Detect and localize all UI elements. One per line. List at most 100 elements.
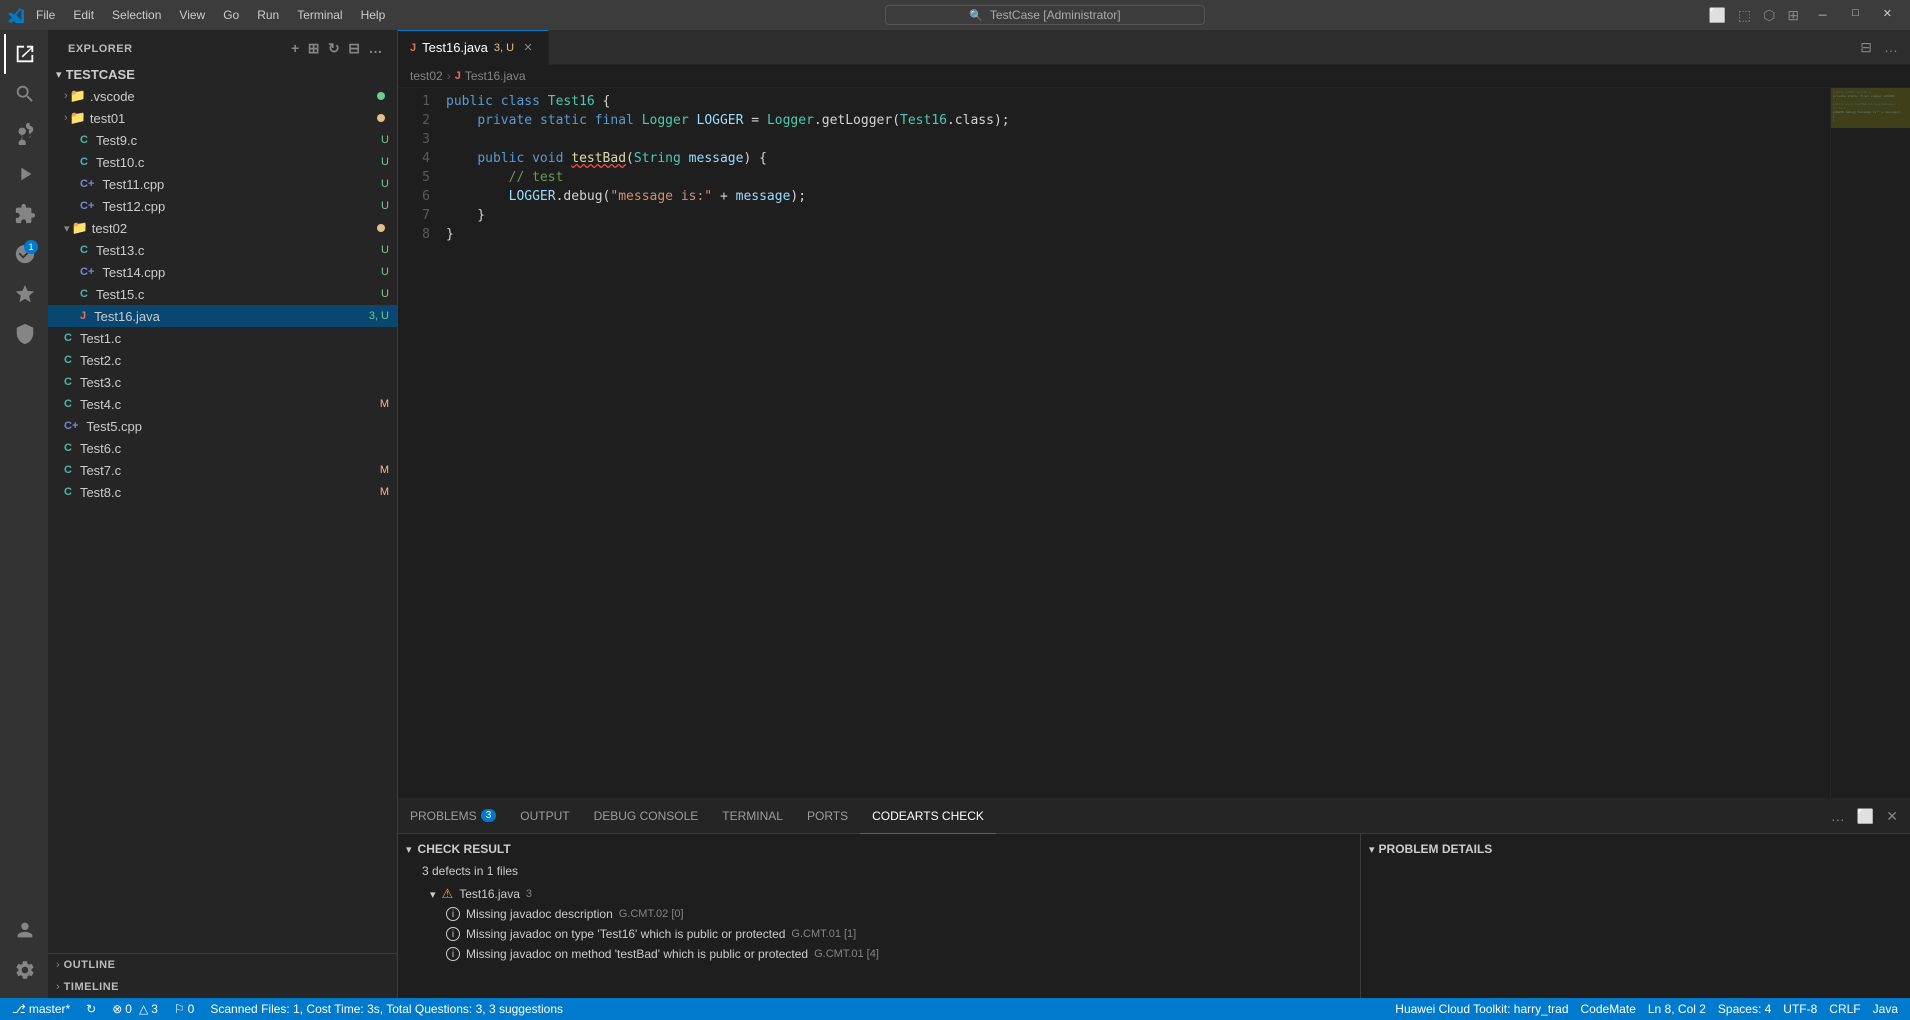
source-control-activity-icon[interactable] (4, 114, 44, 154)
code-area: 1 2 3 4 5 6 7 8 public class Test16 { pr… (398, 88, 1910, 798)
maximize-button[interactable]: □ (1842, 3, 1869, 28)
check-result-header[interactable]: ▾ CHECK RESULT (398, 838, 1360, 860)
toolkit-status[interactable]: Huawei Cloud Toolkit: harry_trad (1391, 998, 1572, 1020)
test16java-item[interactable]: J Test16.java 3, U (48, 305, 397, 327)
line-numbers: 1 2 3 4 5 6 7 8 (398, 88, 438, 798)
encoding-status[interactable]: UTF-8 (1779, 998, 1821, 1020)
test13c-item[interactable]: C Test13.c U (48, 239, 397, 261)
ai-activity-icon[interactable] (4, 274, 44, 314)
settings-activity-icon[interactable] (4, 950, 44, 990)
test01-folder-item[interactable]: › 📁 test01 (48, 107, 397, 129)
root-folder-item[interactable]: ▾ TESTCASE (48, 63, 397, 85)
menu-file[interactable]: File (28, 6, 63, 24)
menu-selection[interactable]: Selection (104, 6, 169, 24)
window-controls: ⬜ ⬚ ⬡ ⊞ － □ ✕ (1704, 3, 1902, 28)
test15c-item[interactable]: C Test15.c U (48, 283, 397, 305)
sync-status[interactable]: ↻ (82, 998, 100, 1020)
branch-status[interactable]: ⎇ master* (8, 998, 74, 1020)
code-line-1: public class Test16 { (446, 92, 1830, 111)
language-status[interactable]: Java (1869, 998, 1902, 1020)
code-content[interactable]: public class Test16 { private static fin… (438, 88, 1830, 798)
info-status[interactable]: ⚐ 0 (170, 998, 198, 1020)
vscode-folder-item[interactable]: › 📁 .vscode (48, 85, 397, 107)
layout-icon-4[interactable]: ⊞ (1783, 3, 1803, 28)
file-defects-item[interactable]: ▾ ⚠ Test16.java 3 (398, 882, 1360, 904)
new-file-button[interactable]: + (289, 38, 302, 59)
test3c-item[interactable]: C Test3.c (48, 371, 397, 393)
split-editor-button[interactable]: ⊟ (1856, 35, 1876, 60)
eol-status[interactable]: CRLF (1825, 998, 1864, 1020)
test1c-item[interactable]: C Test1.c (48, 327, 397, 349)
menu-edit[interactable]: Edit (65, 6, 102, 24)
outline-section[interactable]: › OUTLINE (48, 954, 397, 976)
command-search[interactable]: 🔍 TestCase [Administrator] (885, 5, 1205, 25)
test16java-tab[interactable]: J Test16.java 3, U ✕ (398, 30, 549, 65)
position-status[interactable]: Ln 8, Col 2 (1644, 998, 1710, 1020)
search-activity-icon[interactable] (4, 74, 44, 114)
explorer-activity-icon[interactable] (4, 34, 44, 74)
menu-view[interactable]: View (171, 6, 213, 24)
debug-console-tab[interactable]: DEBUG CONSOLE (582, 799, 711, 834)
test02-folder-item[interactable]: ▾ 📁 test02 (48, 217, 397, 239)
refresh-button[interactable]: ↻ (326, 38, 342, 59)
extensions-activity-icon[interactable] (4, 194, 44, 234)
test12cpp-item[interactable]: C+ Test12.cpp U (48, 195, 397, 217)
close-button[interactable]: ✕ (1873, 3, 1902, 28)
tab-file-icon: J (410, 42, 416, 54)
menu-go[interactable]: Go (215, 6, 247, 24)
test13c-label: Test13.c (96, 243, 381, 258)
test5cpp-item[interactable]: C+ Test5.cpp (48, 415, 397, 437)
run-debug-activity-icon[interactable] (4, 154, 44, 194)
breadcrumb-file[interactable]: Test16.java (465, 69, 526, 83)
menu-terminal[interactable]: Terminal (289, 6, 350, 24)
test4c-file-icon: C (64, 398, 72, 410)
test4c-item[interactable]: C Test4.c M (48, 393, 397, 415)
accounts-activity-icon[interactable] (4, 910, 44, 950)
problems-tab[interactable]: PROBLEMS 3 (398, 799, 508, 834)
breadcrumb-root[interactable]: test02 (410, 69, 443, 83)
codearts-activity-icon[interactable] (4, 314, 44, 354)
timeline-chevron: › (56, 981, 60, 993)
test8c-item[interactable]: C Test8.c M (48, 481, 397, 503)
menu-help[interactable]: Help (353, 6, 394, 24)
test11cpp-item[interactable]: C+ Test11.cpp U (48, 173, 397, 195)
panel-more-button[interactable]: … (1827, 804, 1849, 828)
code-line-4: public void testBad(String message) { (446, 149, 1830, 168)
minimize-button[interactable]: － (1807, 3, 1838, 28)
spaces-label: Spaces: 4 (1718, 1002, 1771, 1016)
ports-tab[interactable]: PORTS (795, 799, 860, 834)
panel-maximize-button[interactable]: ⬜ (1853, 804, 1878, 829)
errors-status[interactable]: ⊗ 0 △ 3 (108, 998, 162, 1020)
code-editor[interactable]: 1 2 3 4 5 6 7 8 public class Test16 { pr… (398, 88, 1830, 798)
defect-item-2[interactable]: i Missing javadoc on type 'Test16' which… (398, 924, 1360, 944)
menu-run[interactable]: Run (249, 6, 287, 24)
layout-icon-3[interactable]: ⬡ (1759, 3, 1779, 28)
defect-item-1[interactable]: i Missing javadoc description G.CMT.02 [… (398, 904, 1360, 924)
codearts-check-tab[interactable]: CODEARTS CHECK (860, 799, 996, 834)
test16java-badge: 3, U (369, 310, 389, 322)
more-tab-actions-button[interactable]: … (1880, 35, 1902, 60)
ports-tab-label: PORTS (807, 809, 848, 823)
more-actions-button[interactable]: … (367, 38, 386, 59)
new-folder-button[interactable]: ⊞ (306, 38, 322, 59)
test14cpp-item[interactable]: C+ Test14.cpp U (48, 261, 397, 283)
collapse-all-button[interactable]: ⊟ (346, 38, 362, 59)
test7c-item[interactable]: C Test7.c M (48, 459, 397, 481)
tab-close-button[interactable]: ✕ (520, 40, 536, 56)
codemate-status[interactable]: CodeMate (1577, 998, 1640, 1020)
timeline-section[interactable]: › TIMELINE (48, 976, 397, 998)
test10c-item[interactable]: C Test10.c U (48, 151, 397, 173)
test02-chevron: ▾ (64, 222, 70, 235)
remote-activity-icon[interactable]: 1 (4, 234, 44, 274)
layout-icon-1[interactable]: ⬜ (1704, 3, 1729, 28)
terminal-tab[interactable]: TERMINAL (710, 799, 795, 834)
test9c-item[interactable]: C Test9.c U (48, 129, 397, 151)
layout-icon-2[interactable]: ⬚ (1734, 3, 1755, 28)
spaces-status[interactable]: Spaces: 4 (1714, 998, 1775, 1020)
output-tab[interactable]: OUTPUT (508, 799, 581, 834)
defect-item-3[interactable]: i Missing javadoc on method 'testBad' wh… (398, 944, 1360, 964)
test9c-file-icon: C (80, 134, 88, 146)
panel-close-button[interactable]: ✕ (1882, 804, 1902, 829)
test2c-item[interactable]: C Test2.c (48, 349, 397, 371)
test6c-item[interactable]: C Test6.c (48, 437, 397, 459)
